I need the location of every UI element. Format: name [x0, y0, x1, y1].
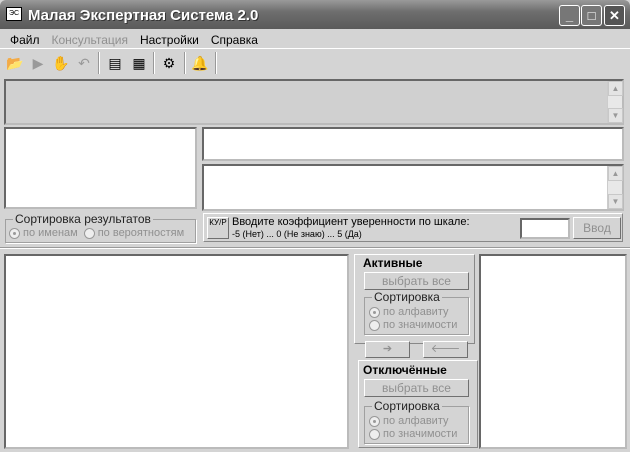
question-field[interactable] [202, 127, 624, 161]
move-left-button[interactable]: 🡐 [423, 341, 468, 358]
sort-by-name-radio[interactable]: по именам [9, 227, 78, 239]
attributes-list[interactable] [479, 254, 627, 449]
minimize-button[interactable]: _ [559, 5, 580, 26]
scroll-down-icon[interactable]: ▼ [608, 108, 623, 123]
confidence-input[interactable] [520, 218, 570, 239]
active-sort-group: Сортировка по алфавиту по значимости [364, 290, 469, 335]
scroll-up-icon[interactable]: ▲ [608, 166, 623, 181]
scroll-down-icon[interactable]: ▼ [608, 194, 623, 209]
import-icon[interactable]: ▦ [128, 52, 150, 74]
ky-p-button[interactable]: КУ/Р [207, 217, 229, 239]
move-right-button[interactable]: ➔ [365, 341, 410, 358]
run-icon[interactable]: ▶ [27, 52, 49, 74]
menu-consultation[interactable]: Консультация [46, 31, 134, 48]
app-icon: ЭС [6, 7, 22, 21]
export-icon[interactable]: ▤ [104, 52, 126, 74]
prompt-text: Вводите коэффициент уверенности по шкале… [232, 216, 470, 228]
group-label: Сортировка результатов [13, 212, 153, 226]
scrollbar[interactable]: ▲ ▼ [607, 81, 623, 123]
disabled-sort-significance-radio[interactable]: по значимости [369, 428, 457, 440]
enter-button[interactable]: Ввод [573, 217, 621, 239]
disabled-title: Отключённые [363, 363, 447, 377]
menu-settings[interactable]: Настройки [134, 31, 205, 48]
toolbar-separator [153, 52, 155, 74]
maximize-button[interactable]: □ [581, 5, 602, 26]
disabled-select-all-button[interactable]: выбрать все [364, 379, 469, 397]
results-list[interactable] [4, 254, 349, 449]
toolbar-separator [98, 52, 100, 74]
title-bar: Малая Экспертная Система 2.0 [0, 0, 630, 29]
disabled-sort-alpha-radio[interactable]: по алфавиту [369, 415, 448, 427]
window-title: Малая Экспертная Система 2.0 [28, 7, 259, 24]
info-panel: ▲ ▼ [4, 79, 624, 125]
toolbar-separator [215, 52, 217, 74]
settings-icon[interactable]: ⚙ [158, 52, 180, 74]
prompt-panel: КУ/Р Вводите коэффициент уверенности по … [203, 213, 623, 242]
undo-icon[interactable]: ↶ [73, 52, 95, 74]
scale-text: -5 (Нет) ... 0 (Не знаю) ... 5 (Да) [232, 229, 362, 239]
help-icon[interactable]: 🔔 [189, 52, 211, 74]
open-icon[interactable]: 📂 [4, 52, 26, 74]
scrollbar[interactable]: ▲ ▼ [607, 166, 623, 209]
menu-file[interactable]: Файл [4, 31, 46, 48]
scroll-up-icon[interactable]: ▲ [608, 81, 623, 96]
disabled-sort-group: Сортировка по алфавиту по значимости [364, 399, 469, 444]
active-title: Активные [363, 256, 423, 270]
sort-results-group: Сортировка результатов по именам по веро… [5, 212, 196, 243]
active-panel: Активные выбрать все Сортировка по алфав… [354, 254, 475, 344]
disabled-panel: Отключённые выбрать все Сортировка по ал… [358, 360, 478, 448]
close-button[interactable]: ✕ [604, 5, 625, 26]
menu-help[interactable]: Справка [205, 31, 264, 48]
active-sort-significance-radio[interactable]: по значимости [369, 319, 457, 331]
sort-by-probability-radio[interactable]: по вероятностям [83, 227, 184, 239]
answer-text[interactable]: ▲ ▼ [202, 164, 624, 211]
object-list[interactable] [4, 127, 197, 209]
stop-icon[interactable]: ✋ [50, 52, 72, 74]
toolbar-separator [184, 52, 186, 74]
menu-bar: Файл Консультация Настройки Справка [4, 31, 264, 48]
active-select-all-button[interactable]: выбрать все [364, 272, 469, 290]
active-sort-alpha-radio[interactable]: по алфавиту [369, 306, 448, 318]
